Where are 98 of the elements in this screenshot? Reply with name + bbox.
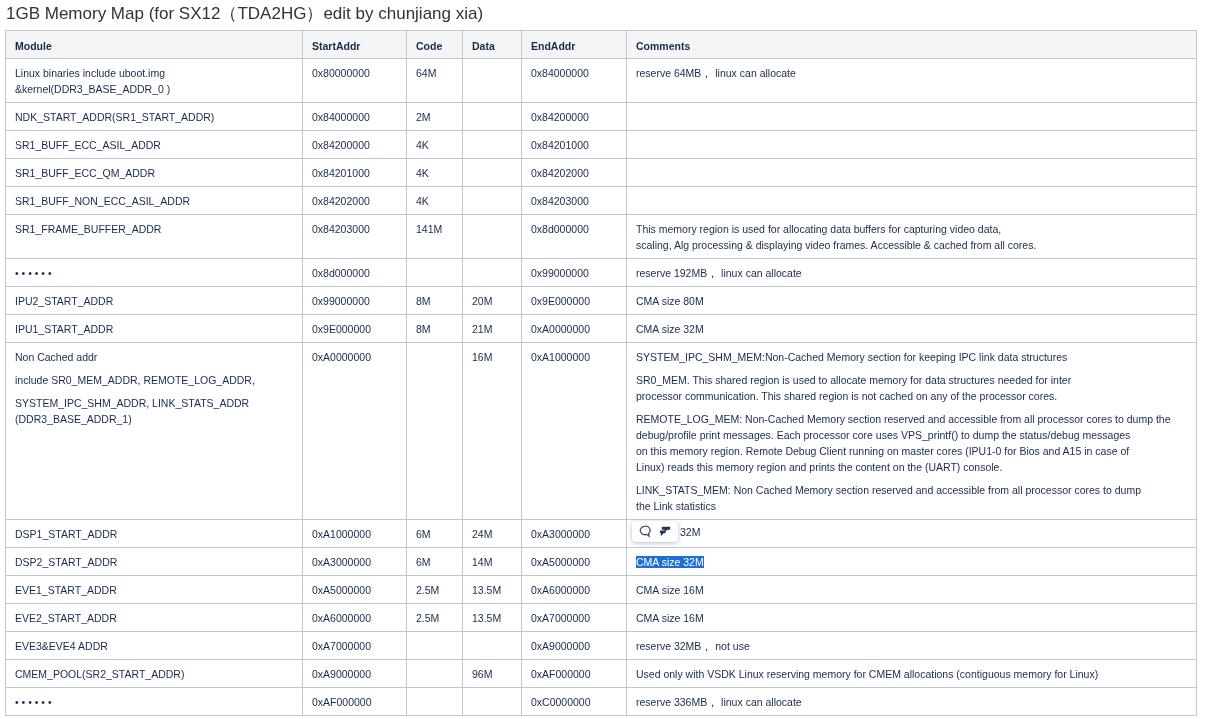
comment-icon[interactable]: [638, 525, 651, 538]
cell-text: IPU2_START_ADDR: [15, 294, 115, 309]
cell-text: 0x8d000000: [531, 223, 589, 235]
cell-text: 2.5M: [416, 612, 440, 624]
cell-text: This memory region is used for allocating data buffers for capturing video data, scaling, Alg processing & displaying video frames. Accessible & cached from all cores.: [636, 222, 1038, 253]
cell-text: 4K: [416, 139, 429, 151]
cell-text: SYSTEM_IPC_SHM_MEM:Non-Cached Memory section for keeping IPC link data structures: [636, 350, 1069, 365]
cell-text: 2.5M: [416, 584, 440, 596]
cell-text: 0xA6000000: [312, 612, 371, 624]
cell-text: 8M: [416, 295, 431, 307]
column-header: Module: [5, 30, 303, 59]
cell-text: 0xA1000000: [531, 351, 590, 363]
cell-text: 14M: [472, 556, 493, 568]
cell-text: 13.5M: [472, 584, 502, 596]
cell-text: 13.5M: [472, 612, 502, 624]
cell-text: 2M: [416, 111, 431, 123]
cell-text: 0x84203000: [531, 195, 589, 207]
cell-text: 0x8d000000: [312, 267, 370, 279]
cell-text: SR1_BUFF_ECC_ASIL_ADDR: [15, 138, 162, 153]
cell-text: DSP1_START_ADDR: [15, 527, 119, 542]
column-header: Code: [406, 30, 463, 59]
cell-text: 16M: [472, 351, 493, 363]
cell-text: 21M: [472, 323, 493, 335]
cell-text: 141M: [416, 223, 443, 235]
cell-text: Non Cached addr: [15, 350, 99, 365]
cell-text: 24M: [472, 528, 493, 540]
cell-text: 0x84200000: [312, 139, 370, 151]
cell-text: SR0_MEM. This shared region is used to allocate memory for data structures needed for inter processor communication. This shared region is not cached on any of the processor cores.: [636, 373, 1073, 404]
cell-text: 0x84201000: [531, 139, 589, 151]
cell-text: DSP2_START_ADDR: [15, 555, 119, 570]
cell-text: IPU1_START_ADDR: [15, 322, 115, 337]
column-header: EndAddr: [521, 30, 627, 59]
cell-text: reserve 32MB， not use: [636, 639, 751, 654]
cell-text: reserve 192MB， linux can allocate: [636, 266, 803, 281]
cell-text: • • • • • •: [15, 266, 53, 281]
chevron-stack-icon[interactable]: [659, 525, 672, 538]
cell-text: CMA size 80M: [636, 294, 705, 309]
cell-text: 6M: [416, 528, 431, 540]
cell-text: 0x84202000: [312, 195, 370, 207]
cell-text: Used only with VSDK Linux reserving memory for CMEM allocations (contiguous memory for Linux): [636, 667, 1100, 682]
cell-text: CMA size 16M: [636, 611, 705, 626]
cell-text: 6M: [416, 556, 431, 568]
cell-text: 0x99000000: [531, 267, 589, 279]
cell-text: 0xA0000000: [531, 323, 590, 335]
cell-text: SYSTEM_IPC_SHM_ADDR, LINK_STATS_ADDR (DDR3_BASE_ADDR_1): [15, 396, 251, 427]
cell-text: REMOTE_LOG_MEM: Non-Cached Memory section reserved and accessible from all processor cores to dump the debug/profile print messages. Each processor core uses VPS_printf() to dump the status/debug messages on this memory region. Remote Debug Client running on master cores (IPU1-0 for Bios and A15 in case of Linux) reads this memory region and prints the content on the (UART) console.: [636, 412, 1172, 475]
cell-text: SR1_FRAME_BUFFER_ADDR: [15, 222, 163, 237]
cell-text: 0xAF000000: [531, 668, 591, 680]
cell-text: SR1_BUFF_NON_ECC_ASIL_ADDR: [15, 194, 192, 209]
cell-text: LINK_STATS_MEM: Non Cached Memory section reserved and accessible from all processor cores to dump the Link statistics: [636, 483, 1142, 514]
cell-text: 0xA6000000: [531, 584, 590, 596]
cell-text: 96M: [472, 668, 493, 680]
cell-text: EVE1_START_ADDR: [15, 583, 118, 598]
cell-text: • • • • • •: [15, 695, 53, 710]
cell-text: Linux binaries include uboot.img &kernel(DDR3_BASE_ADDR_0 ): [15, 66, 172, 97]
cell-text: 0x9E000000: [531, 295, 590, 307]
cell-text: 0x84202000: [531, 167, 589, 179]
cell-text: NDK_START_ADDR(SR1_START_ADDR): [15, 110, 216, 125]
cell-text: EVE2_START_ADDR: [15, 611, 118, 626]
cell-text: 0xA5000000: [312, 584, 371, 596]
column-header: StartAddr: [302, 30, 407, 59]
cell-text: CMA size 32M: [636, 322, 705, 337]
cell-text: 0x84200000: [531, 111, 589, 123]
cell-text: reserve 336MB， linux can allocate: [636, 695, 803, 710]
cell-text: 0xA5000000: [531, 556, 590, 568]
cell-text: EVE3&EVE4 ADDR: [15, 639, 109, 654]
cell-text: 0x99000000: [312, 295, 370, 307]
cell-text: 64M: [416, 67, 437, 79]
cell-text: 0x84201000: [312, 167, 370, 179]
cell-text: 0x84000000: [531, 67, 589, 79]
cell-text: 4K: [416, 195, 429, 207]
cell-text: 0x9E000000: [312, 323, 371, 335]
cell-text: CMEM_POOL(SR2_START_ADDR): [15, 667, 186, 682]
cell-text: 8M: [416, 323, 431, 335]
cell-text: CMA size 16M: [636, 583, 705, 598]
cell-text: 32M: [680, 524, 701, 540]
cell-text: 0x84000000: [312, 111, 370, 123]
cell-text: 0xA3000000: [531, 528, 590, 540]
cell-text: 0xA9000000: [312, 668, 371, 680]
column-header: Data: [462, 30, 522, 59]
cell-text: CMA size 32M: [636, 555, 705, 570]
cell-text: 0xA1000000: [312, 528, 371, 540]
cell-text: 0xA3000000: [312, 556, 371, 568]
cell-text: 20M: [472, 295, 493, 307]
cell-text: 0xC0000000: [531, 696, 591, 708]
cell-text: 0xA9000000: [531, 640, 590, 652]
cell-text: 0xAF000000: [312, 696, 372, 708]
cell-text: 0x80000000: [312, 67, 370, 79]
cell-text: SR1_BUFF_ECC_QM_ADDR: [15, 166, 157, 181]
column-header: Comments: [626, 30, 1197, 59]
page-title: 1GB Memory Map (for SX12（TDA2HG）edit by chunjiang xia): [5, 3, 485, 25]
cell-text: 0xA0000000: [312, 351, 371, 363]
cell-text: reserve 64MB， linux can allocate: [636, 66, 797, 81]
cell-text: 0x84203000: [312, 223, 370, 235]
cell-text: 0xA7000000: [531, 612, 590, 624]
cell-text: 0xA7000000: [312, 640, 371, 652]
cell-text: 4K: [416, 167, 429, 179]
cell-text: include SR0_MEM_ADDR, REMOTE_LOG_ADDR,: [15, 373, 256, 388]
